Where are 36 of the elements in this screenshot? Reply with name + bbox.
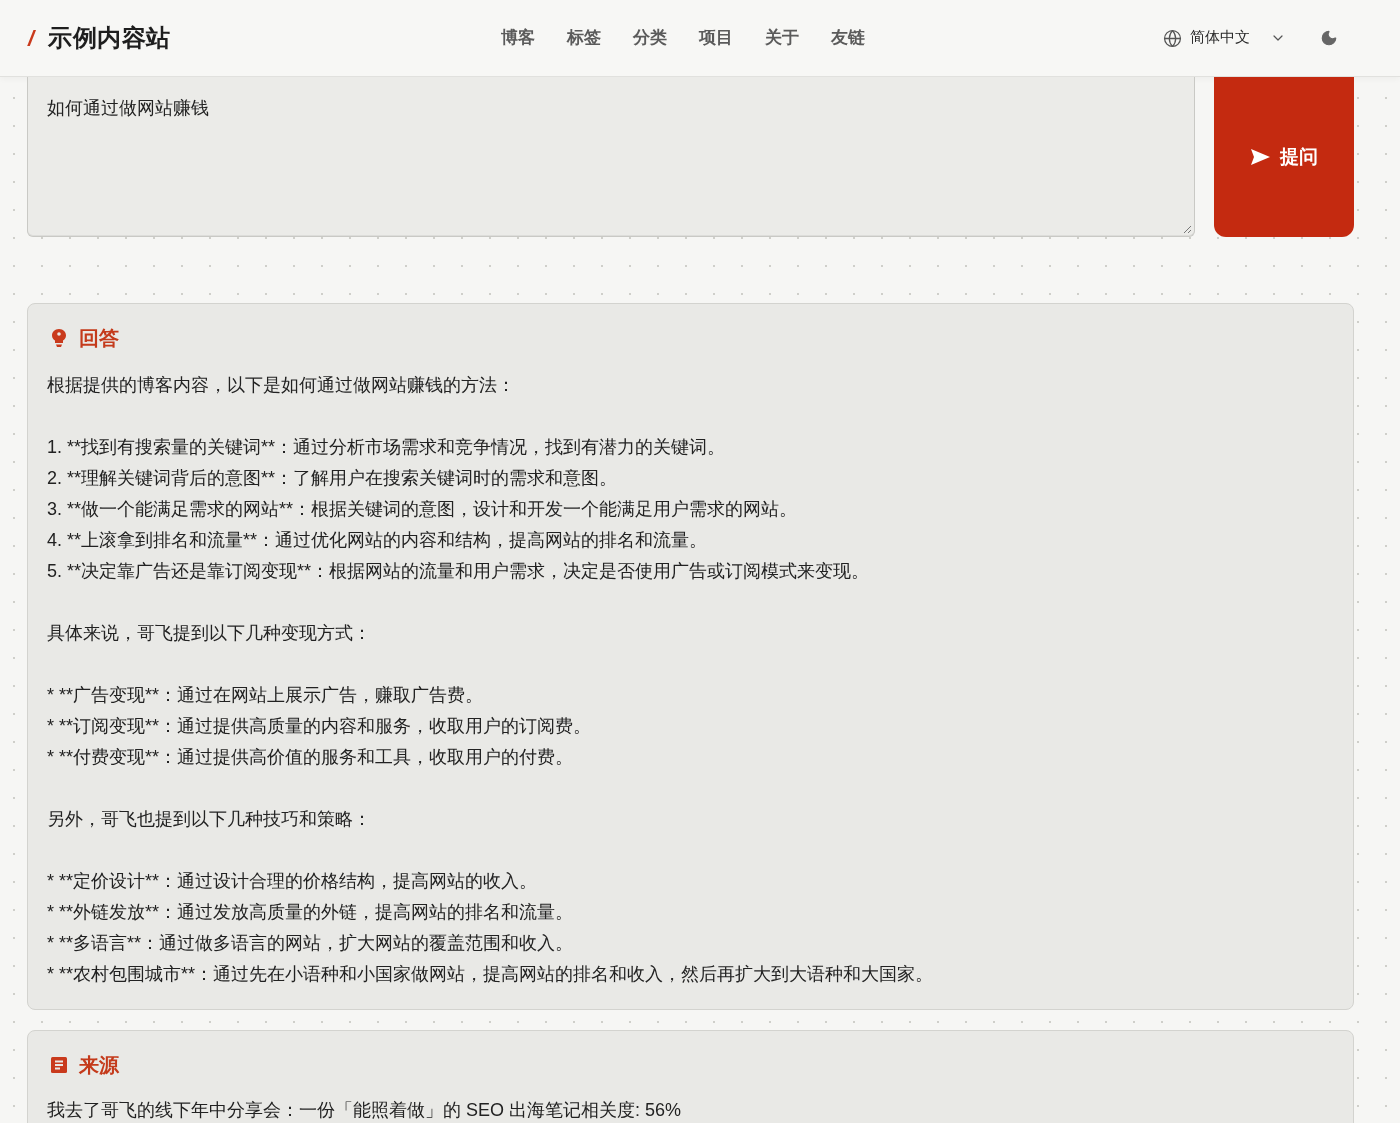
send-icon: [1250, 149, 1270, 165]
answer-line: * **外链发放**：通过发放高质量的外链，提高网站的排名和流量。: [47, 901, 575, 924]
answer-title: 回答: [79, 326, 119, 351]
answer-line: * **农村包围城市**：通过先在小语种和小国家做网站，提高网站的排名和收入，然后再扩大到大语种和大国家。: [47, 963, 935, 986]
answer-line: 具体来说，哥飞提到以下几种变现方式：: [47, 622, 372, 645]
answer-line: 根据提供的博客内容，以下是如何通过做网站赚钱的方法：: [47, 374, 516, 397]
nav-link[interactable]: 关于: [765, 25, 799, 51]
lightbulb-icon: [51, 329, 67, 347]
answer-line: 3. **做一个能满足需求的网站**：根据关键词的意图，设计和开发一个能满足用户需求的网站。: [47, 498, 799, 521]
answer-line: 1. **找到有搜索量的关键词**：通过分析市场需求和竞争情况，找到有潜力的关键词。: [47, 436, 727, 459]
resize-grip-icon[interactable]: [1183, 225, 1192, 234]
answer-line: * **广告变现**：通过在网站上展示广告，赚取广告费。: [47, 684, 485, 707]
ask-button[interactable]: 提问: [1214, 77, 1354, 237]
question-field[interactable]: 如何通过做网站赚钱: [27, 77, 1195, 237]
answer-line: 另外，哥飞也提到以下几种技巧和策略：: [47, 808, 372, 831]
answer-line: 5. **决定靠广告还是靠订阅变现**：根据网站的流量和用户需求，决定是否使用广告或订阅模式来变现。: [47, 560, 871, 583]
answer-line: * **订阅变现**：通过提供高质量的内容和服务，收取用户的订阅费。: [47, 715, 593, 738]
language-selector[interactable]: 简体中文: [1163, 27, 1286, 49]
theme-toggle[interactable]: [1320, 29, 1338, 47]
logo-mark: /: [28, 24, 35, 53]
sources-title: 来源: [79, 1053, 119, 1078]
answer-line: 4. **上滚拿到排名和流量**：通过优化网站的内容和结构，提高网站的排名和流量。: [47, 529, 709, 552]
moon-icon: [1320, 29, 1338, 47]
answer-line: * **定价设计**：通过设计合理的价格结构，提高网站的收入。: [47, 870, 539, 893]
globe-icon: [1163, 28, 1182, 48]
answer-line: 2. **理解关键词背后的意图**：了解用户在搜索关键词时的需求和意图。: [47, 467, 619, 490]
nav-link[interactable]: 分类: [633, 25, 667, 51]
site-title[interactable]: 示例内容站: [48, 20, 171, 56]
answer-line: * **多语言**：通过做多语言的网站，扩大网站的覆盖范围和收入。: [47, 932, 575, 955]
document-icon: [51, 1057, 67, 1073]
nav-link[interactable]: 友链: [831, 25, 865, 51]
nav-link[interactable]: 博客: [501, 25, 535, 51]
nav-link[interactable]: 标签: [567, 25, 601, 51]
source-link[interactable]: 我去了哥飞的线下年中分享会：一份「能照着做」的 SEO 出海笔记相关度: 56%: [47, 1095, 682, 1123]
nav-link[interactable]: 项目: [699, 25, 733, 51]
answer-line: * **付费变现**：通过提供高价值的服务和工具，收取用户的付费。: [47, 746, 575, 769]
